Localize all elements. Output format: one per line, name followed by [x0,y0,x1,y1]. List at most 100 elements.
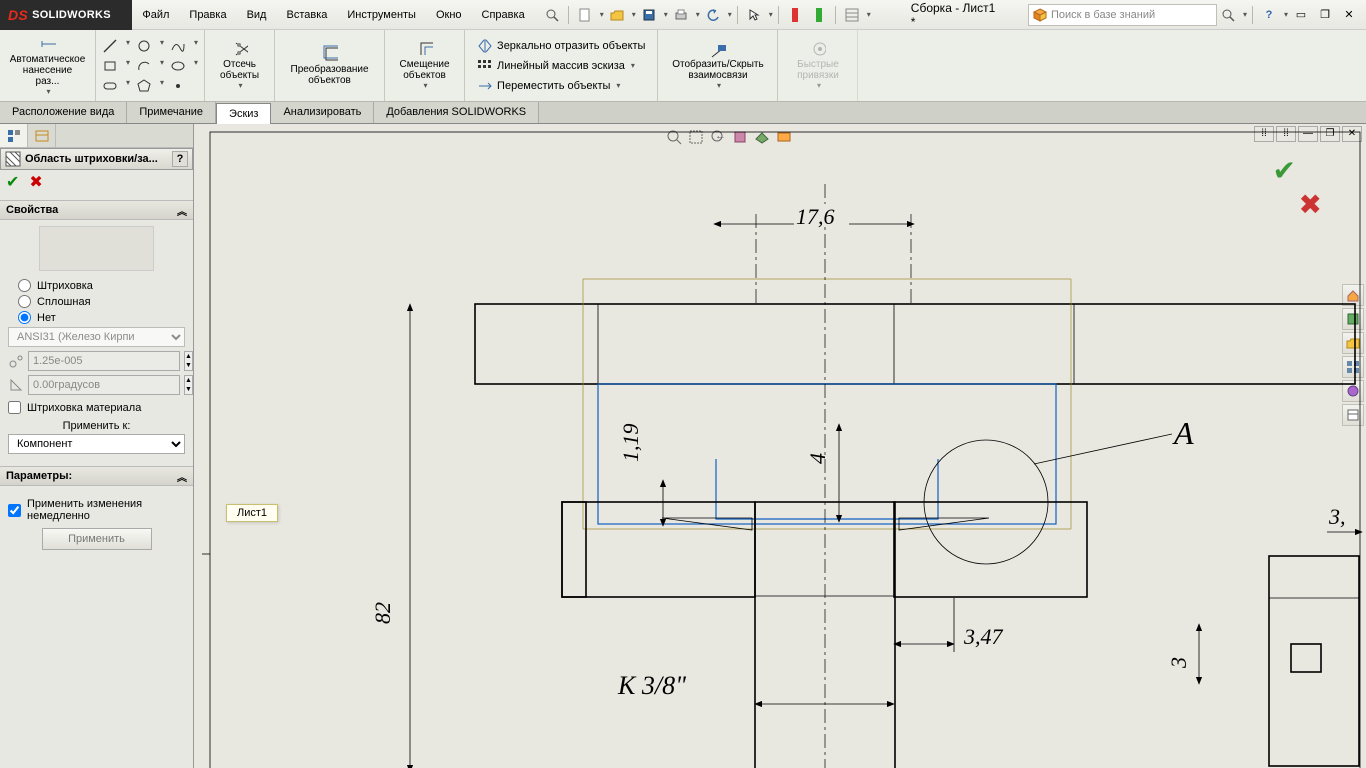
open-icon[interactable] [606,4,628,26]
mirror-icon [477,38,493,54]
tab-annotation[interactable]: Примечание [127,102,216,123]
print-dropdown[interactable]: ▾ [696,10,700,19]
tab-sketch[interactable]: Эскиз [216,103,271,124]
select-icon[interactable] [743,4,765,26]
spline-icon[interactable] [170,38,186,54]
help-dropdown[interactable]: ▾ [1284,10,1288,19]
minimize-icon[interactable]: ▭ [1290,4,1312,26]
undo-icon[interactable] [702,4,724,26]
polygon-icon[interactable] [136,78,152,94]
ribbon-group-offset: Смещение объектов ▾ [385,30,465,101]
quick-toolbar: ▾ ▾ ▾ ▾ ▾ ▾ ▾ [541,4,871,26]
close-icon[interactable]: ✕ [1338,4,1360,26]
options-dropdown[interactable]: ▾ [867,10,871,19]
ribbon-group-pattern: Зеркально отразить объекты Линейный масс… [465,30,658,101]
app-name: SOLIDWORKS [32,9,111,21]
convert-button[interactable]: Преобразование объектов [287,44,373,88]
dim-176: 17,6 [796,204,835,229]
save-icon[interactable] [638,4,660,26]
offset-button[interactable]: Смещение объектов ▾ [396,39,454,92]
quick-snaps-button: Быстрые привязки ▾ [793,39,843,92]
dim-3: 3 [1166,657,1191,669]
show-hide-relations-button[interactable]: Отобразить/Скрыть взаимосвязи ▾ [668,39,767,92]
dim-119: 1,19 [618,424,643,463]
select-dropdown[interactable]: ▾ [769,10,773,19]
material-hatch-check[interactable]: Штриховка материала [8,401,185,414]
slot-icon[interactable] [102,78,118,94]
new-icon[interactable] [574,4,596,26]
relations-icon [710,41,726,57]
dim-4: 4 [805,453,830,464]
radio-solid[interactable]: Сплошная [18,295,175,308]
search-dropdown[interactable]: ▾ [1243,10,1247,19]
circle-icon[interactable] [136,38,152,54]
hatch-region-icon [5,151,21,167]
open-dropdown[interactable]: ▾ [632,10,636,19]
new-dropdown[interactable]: ▾ [600,10,604,19]
line-icon[interactable] [102,38,118,54]
ds-logo-icon: DS [8,7,28,23]
help-icon[interactable]: ? [1258,4,1280,26]
menu-insert[interactable]: Вставка [276,0,337,30]
scale-icon [8,351,24,371]
menu-tools[interactable]: Инструменты [337,0,426,30]
tab-addins[interactable]: Добавления SOLIDWORKS [374,102,539,123]
tab-evaluate[interactable]: Анализировать [271,102,374,123]
menu-window[interactable]: Окно [426,0,472,30]
rebuild-green-icon[interactable] [808,4,830,26]
menu-file[interactable]: Файл [132,0,179,30]
main-menu: Файл Правка Вид Вставка Инструменты Окно… [132,0,534,30]
config-tab[interactable] [28,124,56,147]
hatch-pattern-select[interactable]: ANSI31 (Железо Кирпи [8,327,185,347]
cancel-button[interactable]: ✖ [29,172,42,192]
ribbon-group-sketch-tools: ▾ ▾ ▾ ▾ ▾ ▾ ▾ ▾ [96,30,205,101]
point-icon[interactable] [170,78,186,94]
radio-hatch[interactable]: Штриховка [18,279,175,292]
auto-dimension-button[interactable]: Автоматическое нанесение раз... ▾ [6,34,90,98]
radio-none[interactable]: Нет [18,311,175,324]
rect-icon[interactable] [102,58,118,74]
apply-to-label: Применить к: [8,420,185,432]
drawing-viewport[interactable]: ← ⁞⁞ ⁞⁞ — ❐ ✕ ✔ ✖ Лист1 [194,124,1366,768]
options-icon[interactable] [841,4,863,26]
panel-help-icon[interactable]: ? [172,151,188,167]
angle-input[interactable] [28,375,180,395]
rebuild-icon[interactable] [784,4,806,26]
ribbon-group-relations: Отобразить/Скрыть взаимосвязи ▾ [658,30,778,101]
scale-input[interactable] [28,351,180,371]
scale-spinner[interactable]: ▲▼ [184,351,193,371]
apply-to-select[interactable]: Компонент [8,434,185,454]
menu-help[interactable]: Справка [472,0,535,30]
offset-icon [417,41,433,57]
chevron-up-icon: ︽ [177,203,187,218]
print-icon[interactable] [670,4,692,26]
apply-button[interactable]: Применить [42,528,152,550]
save-dropdown[interactable]: ▾ [664,10,668,19]
undo-dropdown[interactable]: ▾ [728,10,732,19]
angle-icon [8,375,24,395]
linear-pattern-button[interactable]: Линейный массив эскиза▾ [473,56,639,76]
angle-spinner[interactable]: ▲▼ [184,375,193,395]
trim-button[interactable]: Отсечь объекты ▾ [216,39,263,92]
ribbon-group-dimension: Автоматическое нанесение раз... ▾ [0,30,96,101]
params-header[interactable]: Параметры: ︽ [0,466,193,486]
document-title: Сборка - Лист1 * [911,1,998,29]
maximize-icon[interactable]: ❐ [1314,4,1336,26]
mirror-button[interactable]: Зеркально отразить объекты [473,36,649,56]
apply-immediate-check[interactable]: Применить изменения немедленно [8,498,185,522]
menu-edit[interactable]: Правка [179,0,236,30]
search-icon[interactable] [541,4,563,26]
search-go-icon[interactable] [1217,4,1239,26]
menu-view[interactable]: Вид [237,0,277,30]
move-button[interactable]: Переместить объекты▾ [473,76,624,96]
ok-button[interactable]: ✔ [6,172,19,192]
search-placeholder: Поиск в базе знаний [1051,9,1155,21]
chevron-up-icon: ︽ [177,469,187,484]
dim-3-frag: 3, [1328,504,1346,529]
search-input[interactable]: Поиск в базе знаний [1028,4,1217,26]
feature-tree-tab[interactable] [0,124,28,147]
tab-view-layout[interactable]: Расположение вида [0,102,127,123]
properties-header[interactable]: Свойства ︽ [0,200,193,220]
arc-icon[interactable] [136,58,152,74]
ellipse-icon[interactable] [170,58,186,74]
